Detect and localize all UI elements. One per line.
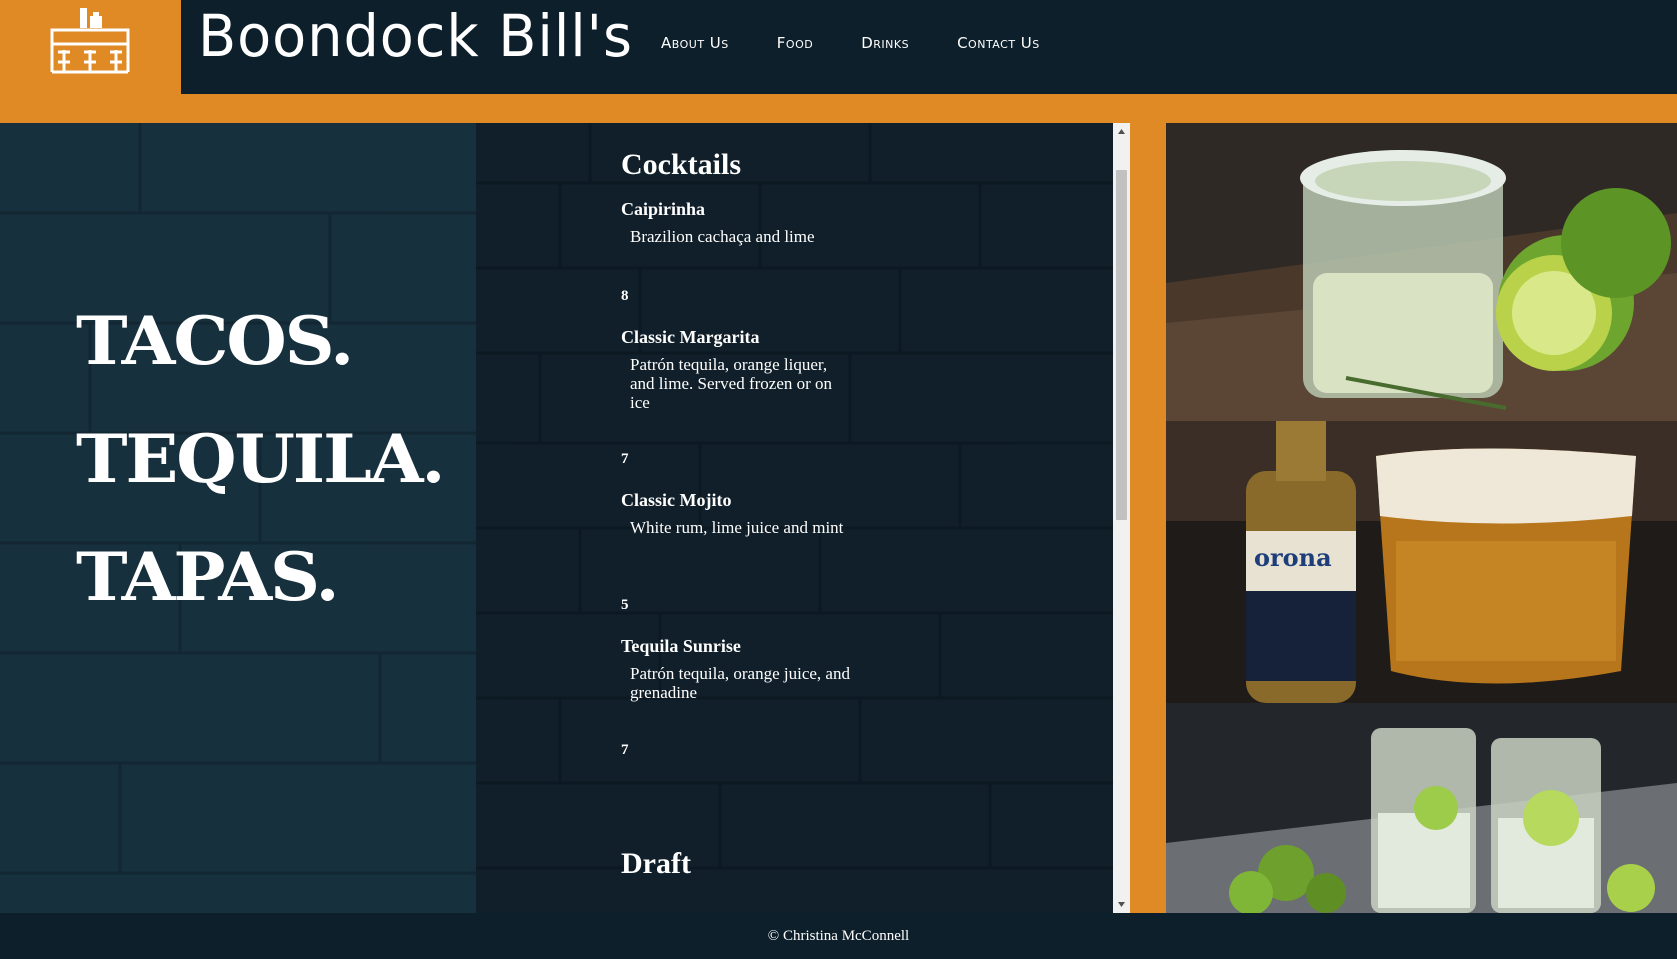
hero-tagline: TACOS. TEQUILA. TAPAS. [76, 308, 446, 662]
nav-food[interactable]: Food [777, 34, 813, 52]
accent-divider [1130, 123, 1166, 913]
menu-item-desc: Brazilion cachaça and lime [630, 227, 815, 246]
accent-band [0, 94, 1677, 123]
menu-item-price: 7 [621, 451, 629, 467]
logo-box[interactable] [0, 0, 181, 94]
nav-about-us[interactable]: About Us [661, 34, 729, 52]
hero-word-tacos: TACOS. [76, 302, 354, 380]
scroll-up-arrow-icon[interactable] [1113, 123, 1130, 140]
scrollbar-thumb[interactable] [1116, 170, 1127, 520]
section-title-cocktails: Cocktails [621, 148, 741, 181]
svg-text:orona: orona [1254, 543, 1332, 572]
mojito-photo [1166, 703, 1677, 913]
hero-word-tapas: TAPAS. [76, 538, 340, 616]
menu-item-name: Classic Margarita [621, 327, 760, 347]
menu-item-price: 5 [621, 597, 629, 613]
scroll-down-arrow-icon[interactable] [1113, 896, 1130, 913]
copyright-text: © Christina McConnell [767, 928, 910, 944]
menu-item-desc: Patrón tequila, orange juice, and grenad… [630, 664, 850, 702]
menu-item-price: 7 [621, 742, 629, 758]
menu-item-name: Classic Mojito [621, 490, 732, 510]
site-footer: © Christina McConnell [0, 913, 1677, 959]
site-header: Boondock Bill's About Us Food Drinks Con… [0, 0, 1677, 94]
hero-word-tequila: TEQUILA. [76, 420, 446, 498]
menu-item-desc: White rum, lime juice and mint [630, 518, 844, 537]
nav-drinks[interactable]: Drinks [861, 34, 909, 52]
drinks-menu: Cocktails Caipirinha Brazilion cachaça a… [621, 123, 1121, 913]
menu-item-name: Caipirinha [621, 199, 706, 219]
margarita-photo [1166, 123, 1677, 421]
site-title[interactable]: Boondock Bill's [198, 2, 633, 70]
beer-photo: orona [1166, 421, 1677, 703]
menu-item-price: 8 [621, 288, 629, 304]
menu-scrollbar[interactable] [1113, 123, 1130, 913]
menu-item-name: Tequila Sunrise [621, 636, 741, 656]
section-title-draft: Draft [621, 847, 691, 880]
main-nav: About Us Food Drinks Contact Us [661, 34, 1088, 52]
bar-counter-icon [50, 8, 130, 74]
menu-item-desc: Patrón tequila, orange liquer, and lime.… [630, 355, 833, 412]
hero-section: TACOS. TEQUILA. TAPAS. Cocktails Caipiri… [0, 123, 1130, 913]
nav-contact-us[interactable]: Contact Us [957, 34, 1040, 52]
